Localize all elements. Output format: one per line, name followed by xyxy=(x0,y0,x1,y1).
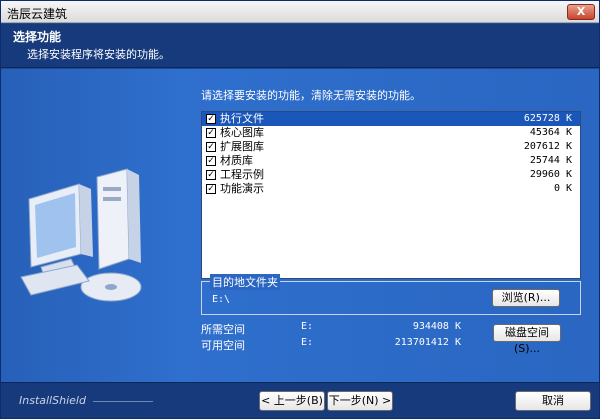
feature-item[interactable]: ✓ 材质库 25744 K xyxy=(202,154,580,168)
destination-legend: 目的地文件夹 xyxy=(210,274,280,290)
checkbox-checked-icon[interactable]: ✓ xyxy=(206,156,216,166)
destination-path: E:\ xyxy=(212,294,231,305)
feature-size: 207612 K xyxy=(523,141,572,152)
footer-divider xyxy=(93,401,153,402)
installer-window: 浩辰云建筑 X 选择功能 选择安装程序将安装的功能。 请选择要安装的功能，清除无… xyxy=(0,0,600,419)
feature-item[interactable]: ✓ 核心图库 45364 K xyxy=(202,126,580,140)
back-button[interactable]: < 上一步(B) xyxy=(259,391,325,411)
feature-list[interactable]: ✓ 执行文件 625728 K ✓ 核心图库 45364 K ✓ 扩展图库 20… xyxy=(201,111,581,279)
feature-label: 材质库 xyxy=(220,154,253,167)
instruction-text: 请选择要安装的功能，清除无需安装的功能。 xyxy=(201,89,421,102)
feature-size: 625728 K xyxy=(523,113,572,124)
checkbox-checked-icon[interactable]: ✓ xyxy=(206,128,216,138)
available-space-row: 可用空间 E: 213701412 K xyxy=(201,337,461,352)
feature-label: 工程示例 xyxy=(220,168,264,181)
feature-size: 25744 K xyxy=(529,155,572,166)
feature-label: 功能演示 xyxy=(220,182,264,195)
available-space-label: 可用空间 xyxy=(201,339,245,352)
next-button[interactable]: 下一步(N) > xyxy=(327,391,393,411)
feature-item[interactable]: ✓ 功能演示 0 K xyxy=(202,182,580,196)
feature-size: 45364 K xyxy=(529,127,572,138)
close-button[interactable]: X xyxy=(567,4,595,20)
page-subtitle: 选择安装程序将安装的功能。 xyxy=(27,48,170,61)
feature-item[interactable]: ✓ 扩展图库 207612 K xyxy=(202,140,580,154)
destination-folder-group: 目的地文件夹 E:\ 浏览(R)... xyxy=(201,274,581,315)
checkbox-checked-icon[interactable]: ✓ xyxy=(206,114,216,124)
available-space-drive: E: xyxy=(301,337,314,348)
browse-button[interactable]: 浏览(R)... xyxy=(492,289,560,307)
cancel-button[interactable]: 取消 xyxy=(515,391,591,411)
wizard-header: 选择功能 选择安装程序将安装的功能。 xyxy=(1,24,599,68)
feature-label: 核心图库 xyxy=(220,126,264,139)
page-title: 选择功能 xyxy=(13,30,62,44)
feature-label: 执行文件 xyxy=(220,112,264,125)
checkbox-checked-icon[interactable]: ✓ xyxy=(206,142,216,152)
title-bar[interactable]: 浩辰云建筑 X xyxy=(1,1,599,23)
checkbox-checked-icon[interactable]: ✓ xyxy=(206,170,216,180)
wizard-footer: InstallShield < 上一步(B) 下一步(N) > 取消 xyxy=(1,382,599,418)
required-space-value: 934408 K xyxy=(412,321,461,332)
feature-size: 29960 K xyxy=(529,169,572,180)
checkbox-checked-icon[interactable]: ✓ xyxy=(206,184,216,194)
required-space-row: 所需空间 E: 934408 K xyxy=(201,321,461,336)
wizard-content: 请选择要安装的功能，清除无需安装的功能。 ✓ 执行文件 625728 K ✓ 核… xyxy=(1,69,599,382)
window-title: 浩辰云建筑 xyxy=(7,7,68,21)
required-space-drive: E: xyxy=(301,321,314,332)
feature-item[interactable]: ✓ 执行文件 625728 K xyxy=(202,112,580,126)
installshield-logo: InstallShield xyxy=(19,394,86,407)
computer-setup-icon xyxy=(20,168,142,302)
available-space-value: 213701412 K xyxy=(394,337,461,348)
feature-label: 扩展图库 xyxy=(220,140,264,153)
required-space-label: 所需空间 xyxy=(201,323,245,336)
feature-size: 0 K xyxy=(553,183,572,194)
disk-space-button[interactable]: 磁盘空间(S)... xyxy=(493,324,561,355)
feature-item[interactable]: ✓ 工程示例 29960 K xyxy=(202,168,580,182)
